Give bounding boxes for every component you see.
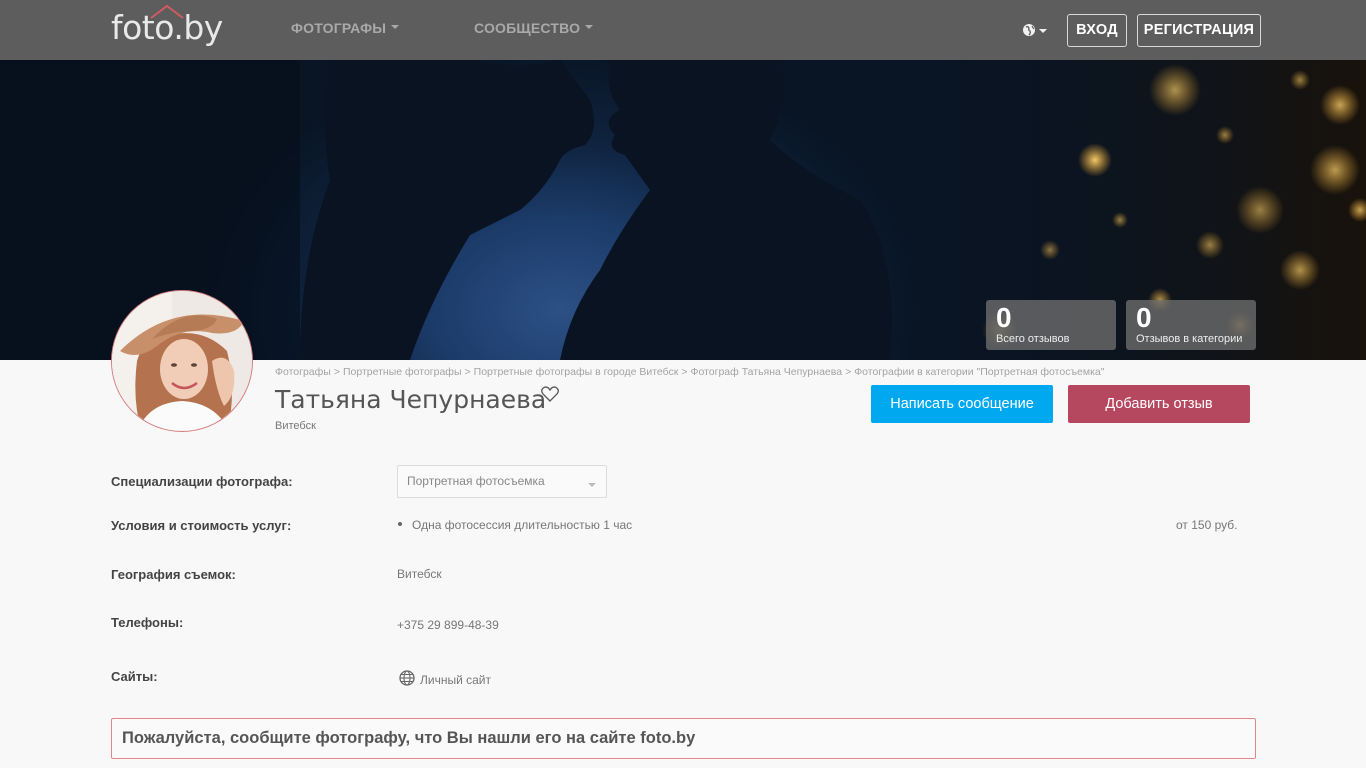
stat-total-reviews-label: Всего отзывов [996, 333, 1070, 345]
sites-label: Сайты: [111, 669, 158, 684]
specialization-select-value: Портретная фотосъемка [407, 474, 545, 488]
stat-category-reviews-label: Отзывов в категории [1136, 333, 1243, 345]
chevron-down-icon [391, 25, 400, 30]
phone-value[interactable]: +375 29 899-48-39 [397, 618, 499, 632]
geography-label: География съемок: [111, 567, 236, 582]
breadcrumb-item[interactable]: Фотографы [275, 366, 331, 378]
stat-category-reviews: 0 Отзывов в категории [1126, 300, 1256, 350]
breadcrumb: Фотографы > Портретные фотографы > Портретны… [275, 366, 1104, 378]
logo-roof-icon [150, 4, 184, 19]
stat-category-reviews-value: 0 [1136, 302, 1152, 333]
notice-text: Пожалуйста, сообщите фотографу, что Вы н… [122, 729, 696, 747]
photographer-city: Витебск [275, 420, 316, 432]
specialization-select[interactable]: Портретная фотосъемка [397, 465, 607, 498]
globe-icon[interactable] [1022, 21, 1048, 39]
stat-total-reviews-value: 0 [996, 302, 1012, 333]
add-review-button[interactable]: Добавить отзыв [1068, 385, 1250, 423]
service-item: Одна фотосессия длительностью 1 час [412, 518, 633, 532]
breadcrumb-item[interactable]: Фотограф Татьяна Чепурнаева [691, 366, 843, 378]
breadcrumb-separator: > [333, 366, 340, 378]
personal-site-link[interactable]: Личный сайт [420, 673, 491, 687]
nav-photographers-label: ФОТОГРАФЫ [291, 20, 387, 36]
breadcrumb-item[interactable]: Фотографии в категории "Портретная фотос… [854, 366, 1104, 378]
chevron-down-icon [588, 483, 596, 487]
top-navbar: foto.by ФОТОГРАФЫ СООБЩЕСТВО ВХОД РЕГИСТ… [0, 0, 1366, 60]
register-button[interactable]: РЕГИСТРАЦИЯ [1137, 14, 1261, 47]
notice-banner: Пожалуйста, сообщите фотографу, что Вы н… [111, 718, 1256, 759]
nav-community[interactable]: СООБЩЕСТВО [474, 20, 594, 36]
breadcrumb-separator: > [464, 366, 471, 378]
geography-value: Витебск [397, 567, 442, 581]
send-message-button[interactable]: Написать сообщение [871, 385, 1053, 423]
specializations-label: Специализации фотографа: [111, 474, 293, 489]
nav-community-label: СООБЩЕСТВО [474, 20, 581, 36]
chevron-down-icon [585, 25, 594, 30]
heart-icon[interactable] [541, 386, 559, 402]
nav-photographers[interactable]: ФОТОГРАФЫ [291, 20, 400, 36]
login-button[interactable]: ВХОД [1067, 14, 1127, 47]
service-price: от 150 руб. [1176, 518, 1238, 532]
photographer-name: Татьяна Чепурнаева [275, 385, 547, 414]
breadcrumb-item[interactable]: Портретные фотографы [343, 366, 462, 378]
phones-label: Телефоны: [111, 615, 184, 630]
stat-total-reviews: 0 Всего отзывов [986, 300, 1116, 350]
breadcrumb-separator: > [845, 366, 852, 378]
globe-icon [399, 670, 415, 686]
breadcrumb-item[interactable]: Портретные фотографы в городе Витебск [474, 366, 679, 378]
bullet-icon [398, 522, 402, 526]
avatar[interactable] [111, 290, 253, 432]
avatar-portrait [112, 291, 252, 431]
site-logo[interactable]: foto.by [111, 4, 223, 50]
services-label: Условия и стоимость услуг: [111, 518, 292, 533]
breadcrumb-separator: > [681, 366, 688, 378]
